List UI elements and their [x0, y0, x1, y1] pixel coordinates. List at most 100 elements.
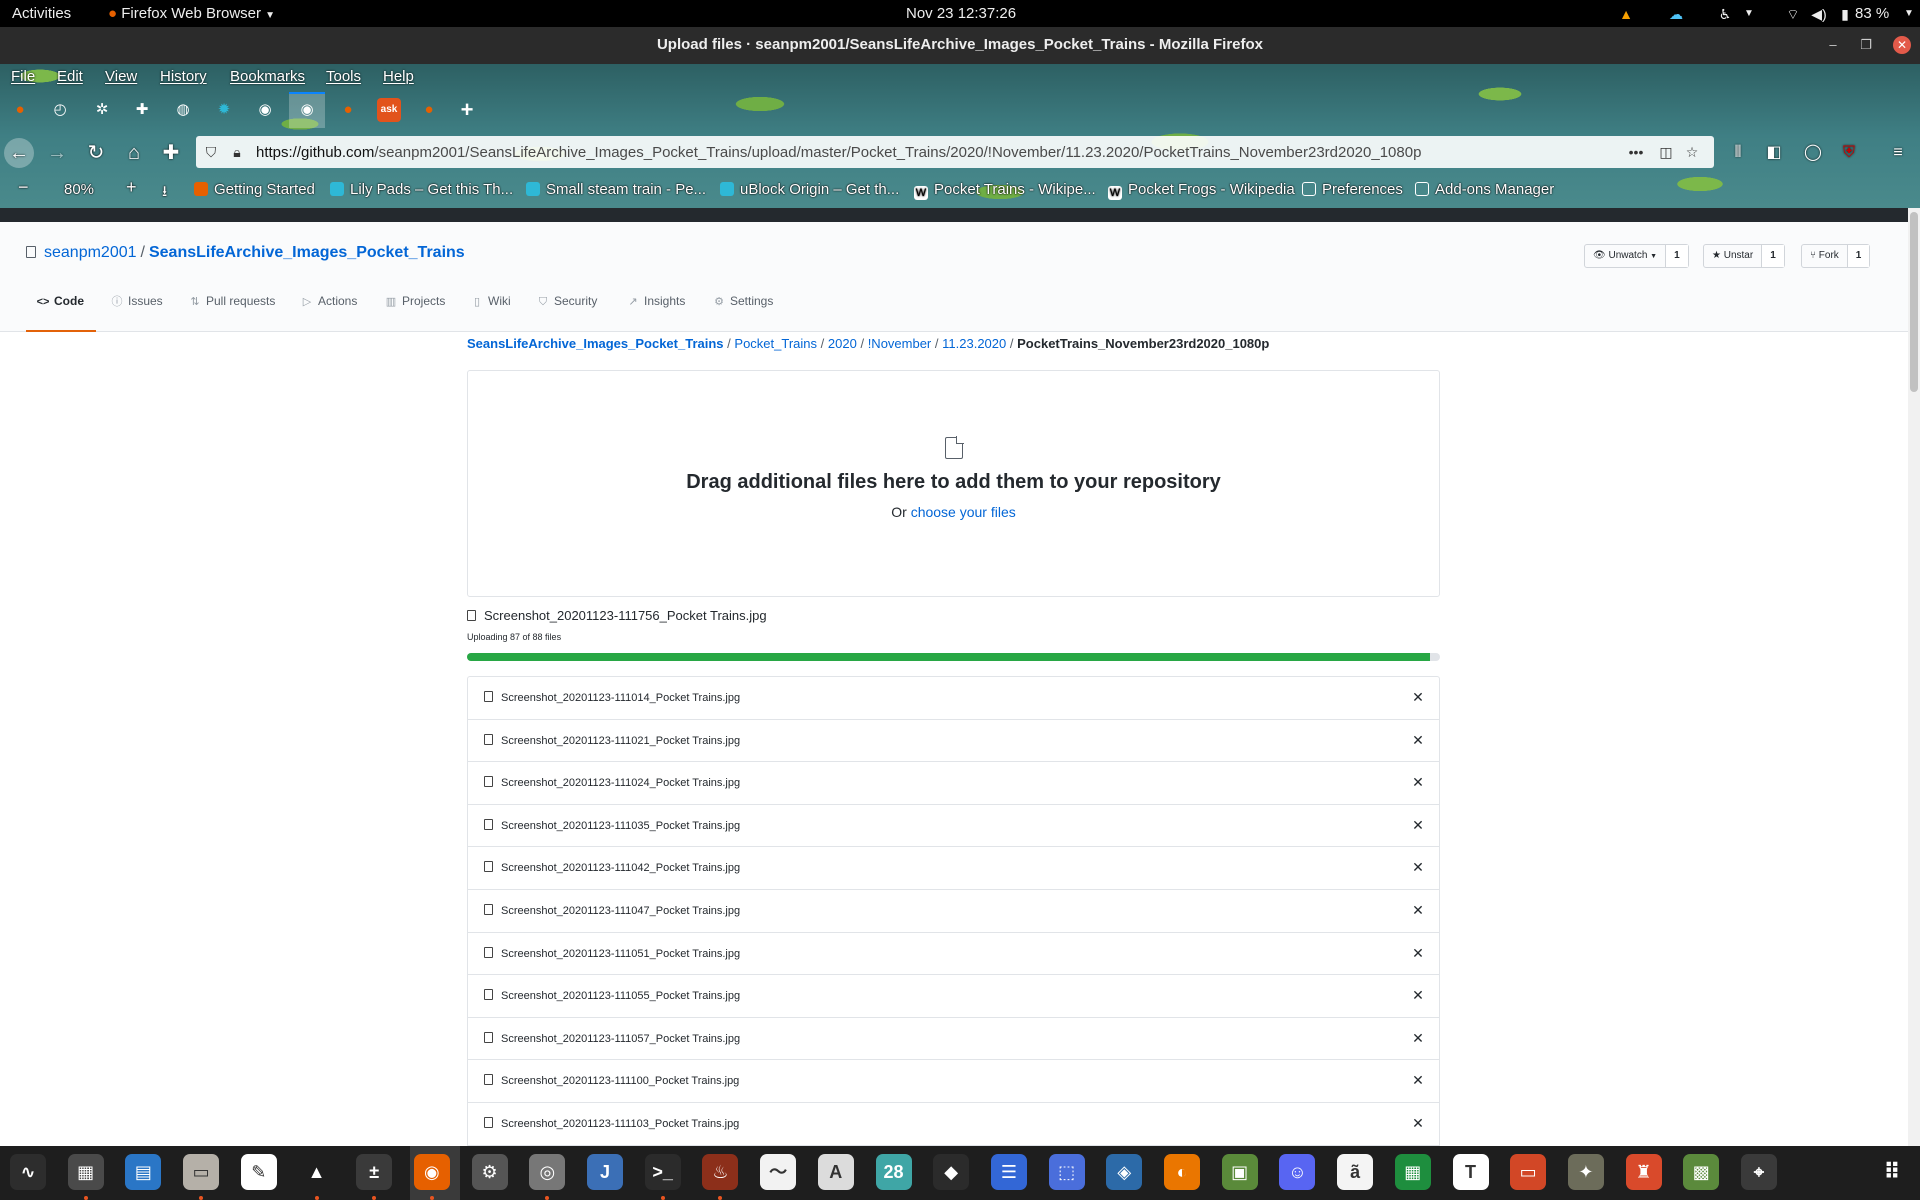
download-icon[interactable]: ⭳: [162, 181, 167, 206]
spreadsheet-icon[interactable]: ▦: [1394, 1154, 1431, 1190]
unstar-button[interactable]: ★ Unstar 1: [1703, 244, 1785, 268]
url-text[interactable]: https://github.com/seanpm2001/SeansLifeA…: [256, 144, 1421, 161]
mario-icon[interactable]: ♜: [1625, 1154, 1662, 1190]
remove-file-button[interactable]: ✕: [1411, 1072, 1425, 1089]
firefox-icon[interactable]: ◉: [413, 1154, 450, 1190]
account-icon[interactable]: ◯: [1802, 142, 1824, 164]
tab-ublock[interactable]: ✹: [212, 98, 236, 122]
remove-file-button[interactable]: ✕: [1411, 987, 1425, 1004]
bookmark-addons-manager[interactable]: Add-ons Manager: [1415, 181, 1554, 198]
tracking-protection-icon[interactable]: ⛉: [202, 143, 220, 161]
bookmark-small-steam-train[interactable]: Small steam train - Pe...: [526, 181, 706, 198]
tab-pull-requests[interactable]: ⇅ Pull requests: [188, 284, 275, 332]
activities-button[interactable]: Activities: [12, 4, 71, 23]
cloud-icon[interactable]: ☁: [1667, 5, 1685, 23]
tab-firefox-2[interactable]: ●: [336, 98, 360, 122]
app-store-icon[interactable]: A: [817, 1154, 854, 1190]
clock[interactable]: Nov 23 12:37:26: [906, 4, 1016, 23]
remove-file-button[interactable]: ✕: [1411, 689, 1425, 706]
menu-view[interactable]: View: [105, 68, 137, 85]
home-button[interactable]: ⌂: [121, 140, 147, 166]
tasks-icon[interactable]: ☰: [990, 1154, 1027, 1190]
bookmark-ublock-origin[interactable]: uBlock Origin – Get th...: [720, 181, 899, 198]
menu-file[interactable]: File: [11, 68, 35, 85]
hamburger-menu-icon[interactable]: ≡: [1887, 142, 1909, 164]
menu-help[interactable]: Help: [383, 68, 414, 85]
system-monitor-icon[interactable]: ∿: [10, 1154, 46, 1190]
text-editor-icon[interactable]: ✎: [240, 1154, 277, 1190]
document-icon[interactable]: ã: [1337, 1154, 1374, 1190]
repo-owner-link[interactable]: seanpm2001: [44, 244, 137, 261]
bookmark-getting-started[interactable]: Getting Started: [194, 181, 315, 198]
close-button[interactable]: ✕: [1893, 36, 1911, 54]
tab-projects[interactable]: ▥ Projects: [384, 284, 446, 332]
tab-actions[interactable]: ▷ Actions: [300, 284, 358, 332]
screenshot-icon[interactable]: ⬚: [1048, 1154, 1085, 1190]
photo-editor-icon[interactable]: ▣: [1221, 1154, 1258, 1190]
typora-icon[interactable]: T: [1452, 1154, 1489, 1190]
back-button[interactable]: ←: [4, 138, 34, 168]
remove-file-button[interactable]: ✕: [1411, 732, 1425, 749]
remove-file-button[interactable]: ✕: [1411, 859, 1425, 876]
page-scrollbar[interactable]: [1908, 208, 1920, 1146]
breadcrumb-link[interactable]: Pocket_Trains: [734, 336, 817, 351]
bookmark-pocket-frogs-wiki[interactable]: W Pocket Frogs - Wikipedia: [1108, 181, 1295, 200]
remove-file-button[interactable]: ✕: [1411, 1030, 1425, 1047]
reload-button[interactable]: ↻: [83, 140, 109, 166]
settings-icon[interactable]: ⚙: [471, 1154, 508, 1190]
library-icon[interactable]: ⫴: [1727, 142, 1749, 164]
tab-settings[interactable]: ⚙ Settings: [712, 284, 773, 332]
scrollbar-thumb[interactable]: [1910, 212, 1918, 392]
maps-icon[interactable]: ⌖: [1741, 1154, 1777, 1190]
tab-addons[interactable]: ✚: [130, 98, 154, 122]
bookmark-lily-pads[interactable]: Lily Pads – Get this Th...: [330, 181, 513, 198]
audio-editor-icon[interactable]: 〜: [760, 1154, 797, 1190]
accessibility-icon[interactable]: ♿: [1716, 5, 1734, 23]
tab-ask[interactable]: ask: [377, 98, 401, 122]
choose-files-link[interactable]: choose your files: [911, 504, 1016, 520]
remove-file-button[interactable]: ✕: [1411, 1115, 1425, 1132]
discord-icon[interactable]: ☺: [1279, 1154, 1316, 1190]
gnome-blocks-icon[interactable]: ▦: [67, 1154, 104, 1190]
remove-file-button[interactable]: ✕: [1411, 817, 1425, 834]
zoom-in-button[interactable]: +: [126, 177, 137, 198]
calculator-icon[interactable]: ±: [356, 1154, 393, 1190]
minimize-button[interactable]: –: [1824, 36, 1842, 54]
show-applications-icon[interactable]: ⠿: [1874, 1154, 1910, 1190]
window-title-bar[interactable]: Upload files · seanpm2001/SeansLifeArchi…: [0, 27, 1920, 64]
pycharm-icon[interactable]: J: [587, 1154, 623, 1190]
remove-file-button[interactable]: ✕: [1411, 945, 1425, 962]
zoom-level[interactable]: 80%: [64, 181, 94, 198]
app-menu[interactable]: ● Firefox Web Browser ▼: [108, 4, 275, 25]
lock-icon[interactable]: 🔒︎: [228, 143, 246, 161]
battery-percent[interactable]: 83 %: [1855, 4, 1889, 23]
remove-file-button[interactable]: ✕: [1411, 902, 1425, 919]
tab-globe[interactable]: ◍: [171, 98, 195, 122]
unwatch-button[interactable]: 👁︎ Unwatch ▼ 1: [1584, 244, 1689, 268]
page-actions-icon[interactable]: •••: [1627, 143, 1645, 161]
tab-firefox-3[interactable]: ●: [417, 98, 441, 122]
maximize-button[interactable]: ❐: [1857, 36, 1875, 54]
chevron-down-icon[interactable]: ▼: [1740, 5, 1758, 23]
tab-github[interactable]: ◉: [253, 98, 277, 122]
star-count[interactable]: 1: [1762, 245, 1784, 267]
tab-settings[interactable]: ✲: [90, 98, 114, 122]
url-bar[interactable]: ⛉ 🔒︎ https://github.com/seanpm2001/Seans…: [196, 136, 1714, 168]
volume-icon[interactable]: ◀): [1810, 5, 1828, 23]
image-viewer-icon[interactable]: ◎: [529, 1154, 566, 1190]
virtualbox-icon[interactable]: ◈: [1106, 1154, 1143, 1190]
breadcrumb-link[interactable]: !November: [868, 336, 932, 351]
bookmark-star-icon[interactable]: ☆: [1683, 143, 1701, 161]
files-icon[interactable]: ▭: [183, 1154, 220, 1190]
breadcrumb-link[interactable]: 2020: [828, 336, 857, 351]
tab-wiki[interactable]: ▯ Wiki: [470, 284, 511, 332]
writer-icon[interactable]: ▤: [125, 1154, 162, 1190]
tab-insights[interactable]: ↗ Insights: [626, 284, 685, 332]
menu-history[interactable]: History: [160, 68, 207, 85]
menu-tools[interactable]: Tools: [326, 68, 361, 85]
bookmark-pocket-trains-wiki[interactable]: W Pocket Trains - Wikipe...: [914, 181, 1096, 200]
inkscape-icon[interactable]: ◆: [933, 1154, 970, 1190]
calendar-icon[interactable]: 28: [875, 1154, 912, 1190]
menu-edit[interactable]: Edit: [57, 68, 83, 85]
new-tab-button[interactable]: +: [455, 98, 479, 122]
